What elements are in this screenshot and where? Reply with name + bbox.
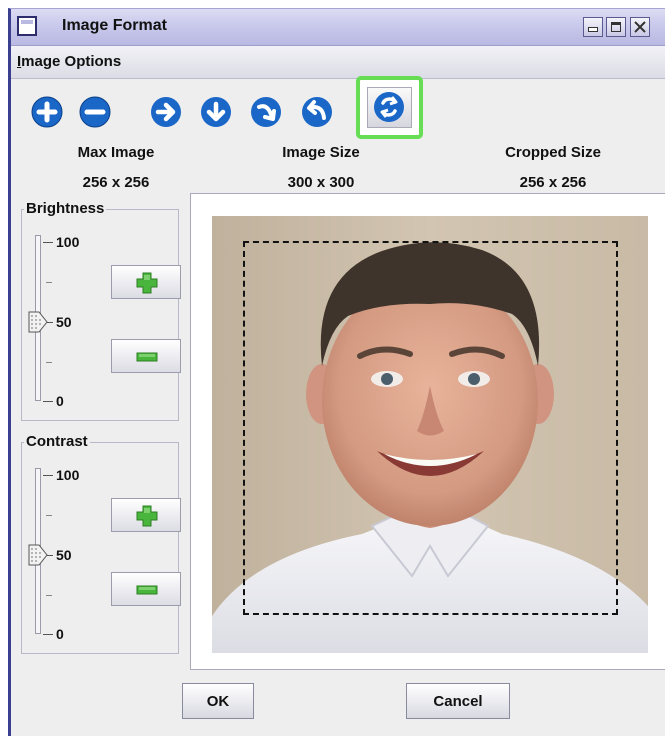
image-size-label: Image Size bbox=[282, 144, 360, 161]
minus-icon bbox=[136, 352, 158, 362]
contrast-increase-button[interactable] bbox=[111, 498, 181, 532]
rotate-highlight bbox=[356, 76, 423, 139]
menu-label: mage Options bbox=[21, 53, 122, 70]
zoom-out-icon bbox=[79, 96, 111, 128]
cropped-size-label: Cropped Size bbox=[505, 144, 601, 161]
title-bar[interactable]: Image Format bbox=[11, 9, 665, 46]
tick bbox=[46, 282, 52, 283]
close-icon bbox=[634, 21, 646, 33]
rotate-left-icon bbox=[302, 97, 332, 127]
tick bbox=[43, 401, 53, 402]
crop-selection-box[interactable] bbox=[243, 241, 618, 615]
brightness-group: Brightness 100 50 0 bbox=[21, 200, 181, 421]
rotate-right-button[interactable] bbox=[250, 96, 282, 128]
contrast-max-label: 100 bbox=[56, 467, 80, 483]
contrast-mid-label: 50 bbox=[56, 547, 72, 563]
zoom-in-icon bbox=[31, 96, 63, 128]
minimize-button[interactable] bbox=[583, 17, 603, 37]
move-right-button[interactable] bbox=[150, 96, 182, 128]
maximize-button[interactable] bbox=[606, 17, 626, 37]
rotate-right-icon bbox=[251, 97, 281, 127]
brightness-increase-button[interactable] bbox=[111, 265, 181, 299]
brightness-min-label: 0 bbox=[56, 393, 64, 409]
contrast-min-label: 0 bbox=[56, 626, 64, 642]
max-image-label: Max Image bbox=[77, 144, 155, 161]
menu-bar: Image Options bbox=[11, 46, 665, 79]
zoom-out-button[interactable] bbox=[79, 96, 111, 128]
brightness-decrease-button[interactable] bbox=[111, 339, 181, 373]
brightness-label: Brightness bbox=[24, 200, 107, 217]
move-right-icon bbox=[151, 97, 181, 127]
minus-icon bbox=[136, 585, 158, 595]
image-size-value: 300 x 300 bbox=[287, 174, 355, 191]
tick bbox=[46, 515, 52, 516]
close-button[interactable] bbox=[630, 17, 650, 37]
tick bbox=[43, 475, 53, 476]
rotate-left-button[interactable] bbox=[301, 96, 333, 128]
cancel-button[interactable]: Cancel bbox=[406, 683, 510, 719]
move-down-icon bbox=[201, 97, 231, 127]
contrast-label: Contrast bbox=[24, 433, 90, 450]
menu-image-options[interactable]: Image Options bbox=[17, 53, 121, 70]
brightness-slider-thumb[interactable] bbox=[28, 311, 48, 333]
move-down-button[interactable] bbox=[200, 96, 232, 128]
brightness-max-label: 100 bbox=[56, 234, 80, 250]
window-icon bbox=[17, 16, 37, 36]
max-image-value: 256 x 256 bbox=[82, 174, 150, 191]
tick bbox=[46, 595, 52, 596]
contrast-group: Contrast 100 50 0 bbox=[21, 433, 181, 654]
plus-icon bbox=[136, 272, 158, 294]
zoom-in-button[interactable] bbox=[31, 96, 63, 128]
plus-icon bbox=[136, 505, 158, 527]
tick bbox=[43, 634, 53, 635]
rotate-icon bbox=[374, 92, 404, 122]
image-format-dialog: Image Format Image Options Max Image 256… bbox=[8, 8, 665, 736]
brightness-mid-label: 50 bbox=[56, 314, 72, 330]
ok-button[interactable]: OK bbox=[182, 683, 254, 719]
tick bbox=[46, 362, 52, 363]
rotate-button[interactable] bbox=[367, 87, 412, 128]
contrast-slider-thumb[interactable] bbox=[28, 544, 48, 566]
tick bbox=[43, 242, 53, 243]
cropped-size-value: 256 x 256 bbox=[519, 174, 587, 191]
window-title: Image Format bbox=[62, 17, 167, 34]
contrast-decrease-button[interactable] bbox=[111, 572, 181, 606]
